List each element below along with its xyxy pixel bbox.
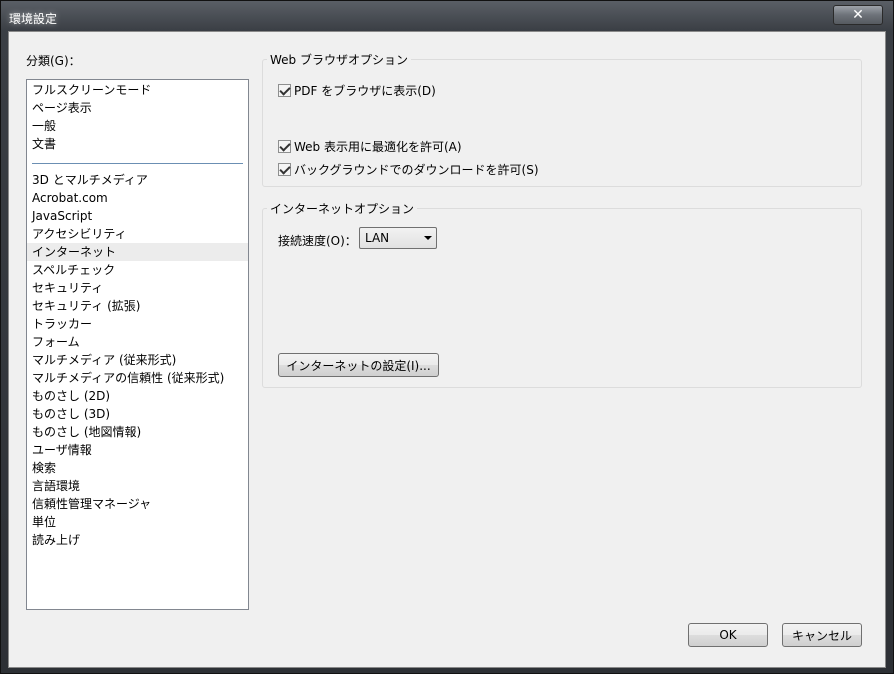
category-item-read-out-loud[interactable]: 読み上げ: [27, 531, 248, 549]
category-item-measuring-2d[interactable]: ものさし (2D): [27, 387, 248, 405]
category-item-measuring-geo[interactable]: ものさし (地図情報): [27, 423, 248, 441]
category-item-internet[interactable]: インターネット: [27, 243, 248, 261]
show-pdf-in-browser-option[interactable]: PDF をブラウザに表示(D): [278, 82, 436, 99]
connection-speed-value: LAN: [365, 231, 390, 245]
close-icon: ✕: [852, 7, 864, 23]
allow-background-download-checkbox[interactable]: [278, 163, 291, 176]
connection-speed-label: 接続速度(O)：: [278, 234, 357, 248]
allow-fast-web-view-option[interactable]: Web 表示用に最適化を許可(A): [278, 138, 462, 155]
category-separator: [27, 153, 248, 171]
category-item-security[interactable]: セキュリティ: [27, 279, 248, 297]
chevron-down-icon[interactable]: [420, 228, 436, 248]
cancel-button-label: キャンセル: [791, 628, 852, 643]
ok-button-label: OK: [719, 628, 737, 642]
allow-fast-web-view-checkbox[interactable]: [278, 140, 291, 153]
category-item-measuring-3d[interactable]: ものさし (3D): [27, 405, 248, 423]
preferences-dialog: 環境設定 ✕ 分類(G)： フルスクリーンモード ページ表示 一般 文書 3D …: [0, 0, 894, 674]
category-item-documents[interactable]: 文書: [27, 135, 248, 153]
category-item-trust-manager[interactable]: 信頼性管理マネージャ: [27, 495, 248, 513]
category-label: 分類(G)：: [26, 54, 81, 68]
window-title: 環境設定: [9, 12, 58, 26]
cancel-button[interactable]: キャンセル: [782, 623, 862, 647]
show-pdf-in-browser-checkbox[interactable]: [278, 84, 291, 97]
internet-settings-button-label: インターネットの設定(I)...: [286, 358, 431, 373]
title-bar[interactable]: 環境設定 ✕: [1, 1, 893, 31]
category-item-tracker[interactable]: トラッカー: [27, 315, 248, 333]
category-item-identity[interactable]: ユーザ情報: [27, 441, 248, 459]
allow-fast-web-view-label[interactable]: Web 表示用に最適化を許可(A): [294, 138, 462, 155]
category-item-fullscreen[interactable]: フルスクリーンモード: [27, 81, 248, 99]
ok-button[interactable]: OK: [688, 623, 768, 647]
category-item-page-display[interactable]: ページ表示: [27, 99, 248, 117]
category-item-spelling[interactable]: スペルチェック: [27, 261, 248, 279]
category-item-forms[interactable]: フォーム: [27, 333, 248, 351]
close-button[interactable]: ✕: [833, 5, 883, 25]
category-item-3d-multimedia[interactable]: 3D とマルチメディア: [27, 171, 248, 189]
category-item-acrobat-com[interactable]: Acrobat.com: [27, 189, 248, 207]
category-item-multimedia-legacy[interactable]: マルチメディア (従来形式): [27, 351, 248, 369]
category-item-security-enhanced[interactable]: セキュリティ (拡張): [27, 297, 248, 315]
category-item-multimedia-trust-legacy[interactable]: マルチメディアの信頼性 (従来形式): [27, 369, 248, 387]
connection-speed-select[interactable]: LAN: [359, 227, 437, 249]
category-item-javascript[interactable]: JavaScript: [27, 207, 248, 225]
internet-options-title: インターネットオプション: [267, 200, 418, 217]
internet-settings-button[interactable]: インターネットの設定(I)...: [278, 353, 439, 377]
allow-background-download-label[interactable]: バックグラウンドでのダウンロードを許可(S): [294, 161, 539, 178]
show-pdf-in-browser-label[interactable]: PDF をブラウザに表示(D): [294, 82, 436, 99]
category-item-search[interactable]: 検索: [27, 459, 248, 477]
category-item-accessibility[interactable]: アクセシビリティ: [27, 225, 248, 243]
dialog-body: 分類(G)： フルスクリーンモード ページ表示 一般 文書 3D とマルチメディ…: [8, 31, 886, 668]
web-browser-options-title: Web ブラウザオプション: [267, 51, 411, 68]
category-list[interactable]: フルスクリーンモード ページ表示 一般 文書 3D とマルチメディア Acrob…: [26, 79, 249, 610]
category-item-general[interactable]: 一般: [27, 117, 248, 135]
category-item-units[interactable]: 単位: [27, 513, 248, 531]
category-item-language[interactable]: 言語環境: [27, 477, 248, 495]
allow-background-download-option[interactable]: バックグラウンドでのダウンロードを許可(S): [278, 161, 539, 178]
